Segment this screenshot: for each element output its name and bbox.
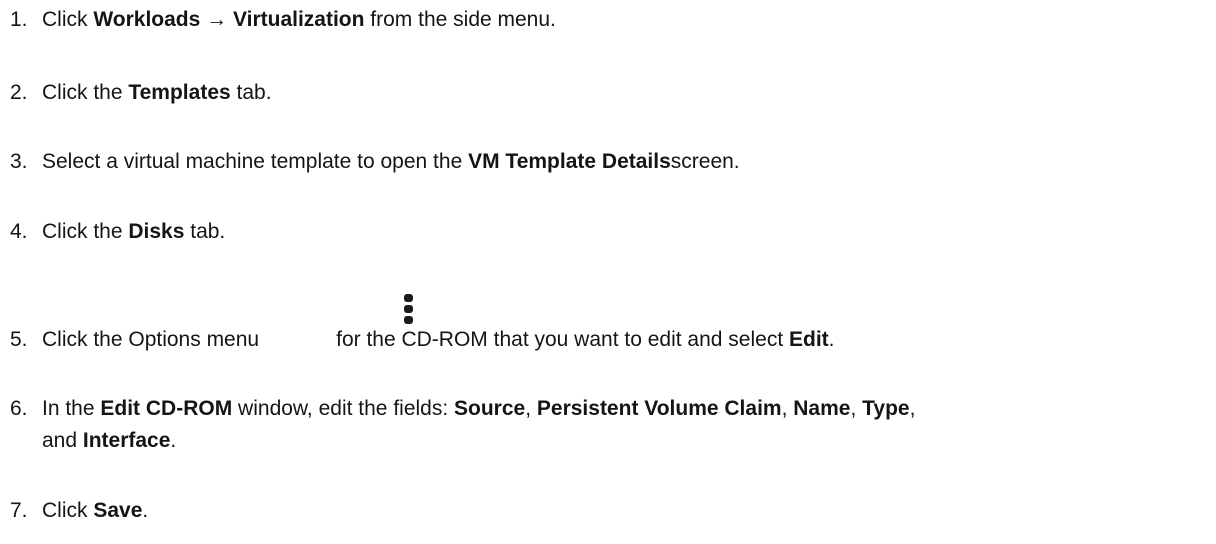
ui-term-name: Name <box>793 397 851 420</box>
step-number: 5. <box>10 328 28 351</box>
step-1: 1. Click Workloads → Virtualization from … <box>10 6 556 34</box>
ui-term-interface: Interface <box>82 429 171 452</box>
step-3: 3. Select a virtual machine template to o… <box>10 148 740 176</box>
step-2: 2. Click the Templates tab. <box>10 79 272 107</box>
step-6-continuation: and Interface. <box>42 429 177 452</box>
kebab-vertical-icon <box>404 294 414 324</box>
step-7: 7. Click Save. <box>10 497 148 525</box>
step-number: 7. <box>10 499 28 522</box>
step-number: 6. <box>10 397 28 420</box>
ui-term-virtualization: Virtualization <box>232 8 365 31</box>
step-4: 4. Click the Disks tab. <box>10 218 225 246</box>
ui-term-disks: Disks <box>128 220 185 243</box>
ui-term-templates: Templates <box>128 81 231 104</box>
step-number: 1. <box>10 8 28 31</box>
step-6: 6. In the Edit CD-ROM window, edit the fi… <box>10 395 915 423</box>
ui-term-vm-template-details: VM Template Details <box>468 150 671 173</box>
ui-term-persistent-volume-claim: Persistent Volume Claim <box>536 397 782 420</box>
ui-term-edit-cd-rom: Edit CD-ROM <box>100 397 233 420</box>
ui-term-workloads: Workloads <box>93 8 201 31</box>
step-number: 3. <box>10 150 28 173</box>
step-5: 5. Click the Options menu for the CD-ROM t… <box>10 326 835 354</box>
ui-term-source: Source <box>454 397 526 420</box>
step-number: 2. <box>10 81 28 104</box>
ui-term-edit: Edit <box>788 328 829 351</box>
step-number: 4. <box>10 220 28 243</box>
ui-term-type: Type <box>862 397 910 420</box>
ui-term-save: Save <box>93 499 143 522</box>
